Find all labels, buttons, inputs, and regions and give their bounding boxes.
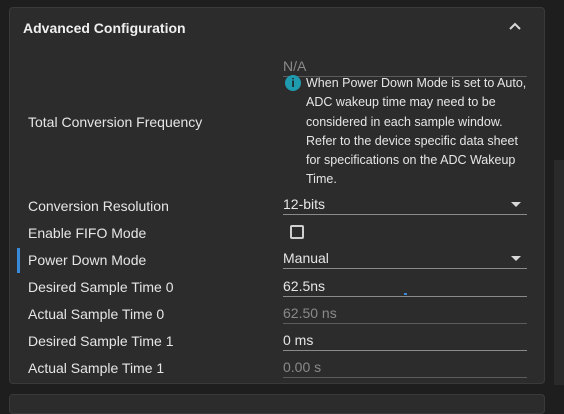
info-line: Refer to the device specific data sheet <box>306 133 518 148</box>
dropdown-caret-icon <box>511 256 521 261</box>
actual-sample-time-1-label: Actual Sample Time 1 <box>28 360 165 376</box>
desired-sample-time-0-label: Desired Sample Time 0 <box>28 279 174 295</box>
actual-sample-time-0-label: Actual Sample Time 0 <box>28 306 165 322</box>
text-cursor <box>404 293 407 295</box>
info-block: i When Power Down Mode is set to Auto, A… <box>285 74 535 190</box>
next-panel <box>9 394 545 414</box>
enable-fifo-mode-checkbox[interactable] <box>290 225 304 239</box>
dropdown-caret-icon <box>511 202 521 207</box>
conversion-resolution-select[interactable]: 12-bits <box>283 193 527 215</box>
info-line: for specifications on the ADC Wakeup <box>306 153 516 168</box>
total-conversion-frequency-label: Total Conversion Frequency <box>28 114 203 130</box>
panel-title: Advanced Configuration <box>23 20 186 36</box>
conversion-resolution-label: Conversion Resolution <box>28 198 169 214</box>
focus-indicator <box>17 248 20 273</box>
actual-sample-time-0-field: 62.50 ns <box>283 302 527 324</box>
info-line: Time. <box>306 172 337 187</box>
chevron-up-icon[interactable] <box>508 20 522 34</box>
conversion-resolution-value: 12-bits <box>283 196 326 212</box>
actual-sample-time-1-field: 0.00 s <box>283 356 527 378</box>
power-down-mode-select[interactable]: Manual <box>283 247 527 269</box>
desired-sample-time-1-label: Desired Sample Time 1 <box>28 333 174 349</box>
scrollbar[interactable] <box>554 160 564 385</box>
power-down-mode-value: Manual <box>283 250 329 266</box>
desired-sample-time-1-input[interactable]: 0 ms <box>283 329 527 351</box>
info-line: When Power Down Mode is set to Auto, <box>306 76 527 90</box>
info-line: ADC wakeup time may need to be <box>306 95 496 110</box>
info-icon: i <box>285 75 301 91</box>
enable-fifo-mode-label: Enable FIFO Mode <box>28 225 147 241</box>
power-down-mode-label: Power Down Mode <box>28 252 147 268</box>
info-line: considered in each sample window. <box>306 114 503 129</box>
